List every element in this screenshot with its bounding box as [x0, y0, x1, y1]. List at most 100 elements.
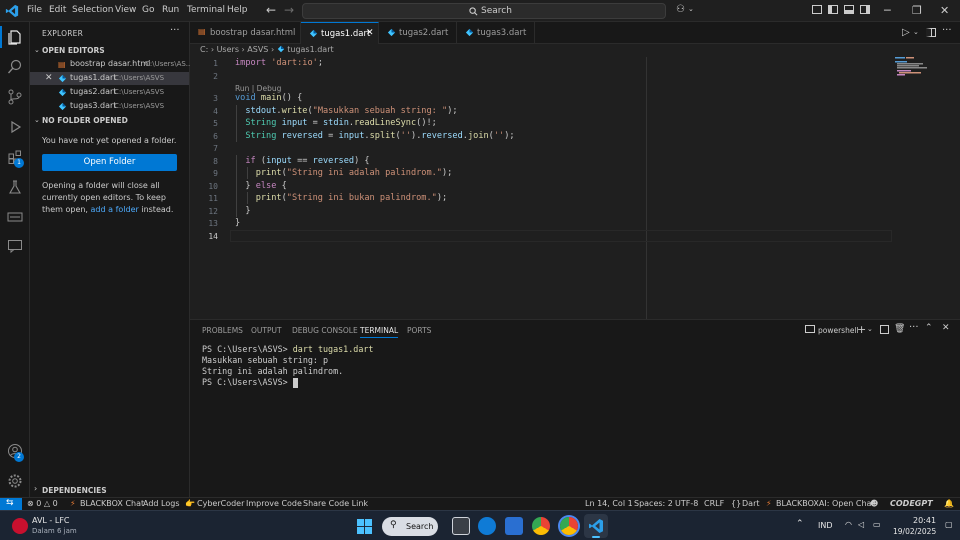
maximize-panel-icon[interactable]: ⌃: [925, 323, 933, 333]
blackbox-chat-button[interactable]: BLACKBOX Chat: [80, 499, 144, 508]
chevron-down-icon[interactable]: ⌄: [867, 325, 873, 333]
open-editor-item[interactable]: ✕ tugas1.dart C:\Users\ASVS: [30, 72, 189, 85]
menu-view[interactable]: View: [115, 5, 136, 15]
minimize-icon[interactable]: ─: [884, 4, 891, 17]
breadcrumb-file[interactable]: tugas1.dart: [287, 45, 333, 54]
terminal-line[interactable]: PS C:\Users\ASVS>: [202, 377, 298, 388]
menu-help[interactable]: Help: [227, 5, 248, 15]
breadcrumb-user[interactable]: ASVS: [247, 45, 268, 54]
copilot-icon[interactable]: ⚇: [676, 4, 685, 15]
clock-date[interactable]: 19/02/2025: [893, 527, 936, 536]
search-icon[interactable]: [7, 59, 23, 75]
volume-icon[interactable]: ◁: [858, 520, 864, 529]
vscode-taskbar-button[interactable]: [584, 514, 608, 538]
forward-arrow-icon[interactable]: →: [284, 3, 294, 17]
task-view-icon[interactable]: [452, 517, 470, 535]
line-ending[interactable]: CRLF: [704, 499, 724, 508]
chrome-icon[interactable]: [532, 517, 550, 535]
menu-go[interactable]: Go: [142, 5, 154, 15]
dependencies-header[interactable]: DEPENDENCIES: [42, 486, 107, 495]
tab-output[interactable]: OUTPUT: [251, 326, 282, 335]
tab-debug-console[interactable]: DEBUG CONSOLE: [292, 326, 358, 335]
command-center-search[interactable]: Search: [302, 3, 666, 19]
more-actions-icon[interactable]: ···: [942, 25, 952, 36]
trash-icon[interactable]: 🗑: [894, 324, 905, 334]
run-icon[interactable]: ▷: [902, 27, 910, 38]
language-indicator[interactable]: IND: [818, 521, 833, 530]
bell-icon[interactable]: 🔔: [944, 499, 954, 508]
split-editor-icon[interactable]: [926, 28, 936, 37]
open-editor-item[interactable]: tugas2.dart C:\Users\ASVS: [30, 86, 189, 99]
problems-indicator[interactable]: ⊗ 0 △ 0: [27, 499, 58, 508]
chevron-down-icon[interactable]: ⌄: [913, 28, 919, 36]
gear-icon[interactable]: [7, 473, 23, 489]
new-terminal-icon[interactable]: +: [857, 323, 866, 336]
close-panel-icon[interactable]: ✕: [942, 323, 950, 333]
chevron-up-icon[interactable]: ⌃: [796, 519, 804, 529]
open-folder-button[interactable]: Open Folder: [42, 154, 177, 171]
windows-start-icon[interactable]: [357, 519, 372, 534]
indentation[interactable]: Spaces: 2: [634, 499, 673, 508]
open-editor-item[interactable]: ▤ boostrap dasar.html C:\Users\AS...: [30, 58, 192, 71]
tab-tugas2[interactable]: tugas2.dart: [379, 22, 457, 44]
code-editor[interactable]: 1 2 3 4 5 6 7 8 9 10 11 12 13 14 Run | D…: [190, 57, 960, 319]
menu-selection[interactable]: Selection: [72, 5, 113, 15]
close-icon[interactable]: ✕: [45, 73, 53, 83]
toggle-sidebar-icon[interactable]: [828, 5, 838, 14]
improve-code-button[interactable]: Improve Code: [246, 499, 302, 508]
menu-edit[interactable]: Edit: [49, 5, 66, 15]
menu-run[interactable]: Run: [162, 5, 179, 15]
more-actions-icon[interactable]: ···: [170, 25, 180, 36]
explorer-icon[interactable]: [7, 29, 23, 45]
add-folder-link[interactable]: add a folder: [91, 205, 139, 214]
minimap[interactable]: [895, 57, 945, 77]
tab-tugas1[interactable]: tugas1.dart ✕: [301, 22, 379, 44]
cursor-position[interactable]: Ln 14, Col 1: [585, 499, 633, 508]
run-debug-icon[interactable]: [7, 119, 23, 135]
codelens-run-debug[interactable]: Run | Debug: [235, 84, 281, 93]
back-arrow-icon[interactable]: ←: [266, 3, 276, 17]
menu-terminal[interactable]: Terminal: [187, 5, 225, 15]
wifi-icon[interactable]: ◠: [845, 520, 852, 529]
tab-ports[interactable]: PORTS: [407, 326, 431, 335]
no-folder-header[interactable]: NO FOLDER OPENED: [42, 116, 128, 125]
restore-icon[interactable]: ❐: [912, 4, 922, 17]
share-code-button[interactable]: Share Code Link: [303, 499, 368, 508]
store-icon[interactable]: [505, 517, 523, 535]
tab-tugas3[interactable]: tugas3.dart: [457, 22, 535, 44]
testing-flask-icon[interactable]: [7, 179, 23, 195]
menu-file[interactable]: File: [27, 5, 42, 15]
taskbar-search[interactable]: ⚲ Search: [382, 517, 438, 536]
tab-boostrap-dasar[interactable]: ▤ boostrap dasar.html: [190, 22, 301, 44]
chrome-profile-icon[interactable]: [560, 517, 578, 535]
breadcrumb-users[interactable]: Users: [217, 45, 239, 54]
split-terminal-icon[interactable]: [880, 325, 889, 334]
more-actions-icon[interactable]: ···: [909, 322, 919, 333]
chat-icon[interactable]: [7, 238, 23, 254]
tab-problems[interactable]: PROBLEMS: [202, 326, 243, 335]
cybercoder-button[interactable]: CyberCoder: [197, 499, 244, 508]
language-mode[interactable]: Dart: [742, 499, 760, 508]
chevron-down-icon[interactable]: ⌄: [688, 5, 694, 13]
open-editors-header[interactable]: OPEN EDITORS: [42, 46, 105, 55]
codegpt-button[interactable]: CODEGPT: [890, 499, 933, 508]
widget-title[interactable]: AVL - LFC: [32, 516, 70, 525]
source-control-icon[interactable]: [7, 89, 23, 105]
battery-icon[interactable]: ▭: [873, 520, 881, 529]
notification-icon[interactable]: ▢: [945, 520, 953, 529]
toggle-secondary-sidebar-icon[interactable]: [860, 5, 870, 14]
blackboxai-open-chat[interactable]: BLACKBOXAI: Open Chat: [776, 499, 875, 508]
shell-name[interactable]: powershell: [818, 326, 859, 335]
chevron-down-icon[interactable]: ⌄: [34, 46, 40, 54]
customize-layout-icon[interactable]: [812, 5, 822, 14]
chevron-right-icon[interactable]: ›: [34, 484, 37, 493]
encoding[interactable]: UTF-8: [675, 499, 698, 508]
close-window-icon[interactable]: ✕: [940, 4, 949, 17]
codegpt-icon[interactable]: [7, 209, 23, 225]
clock-time[interactable]: 20:41: [913, 516, 936, 525]
tab-terminal[interactable]: TERMINAL: [360, 326, 399, 338]
toggle-panel-icon[interactable]: [844, 5, 854, 14]
open-editor-item[interactable]: tugas3.dart C:\Users\ASVS: [30, 100, 189, 113]
add-logs-button[interactable]: Add Logs: [143, 499, 180, 508]
edge-icon[interactable]: [478, 517, 496, 535]
